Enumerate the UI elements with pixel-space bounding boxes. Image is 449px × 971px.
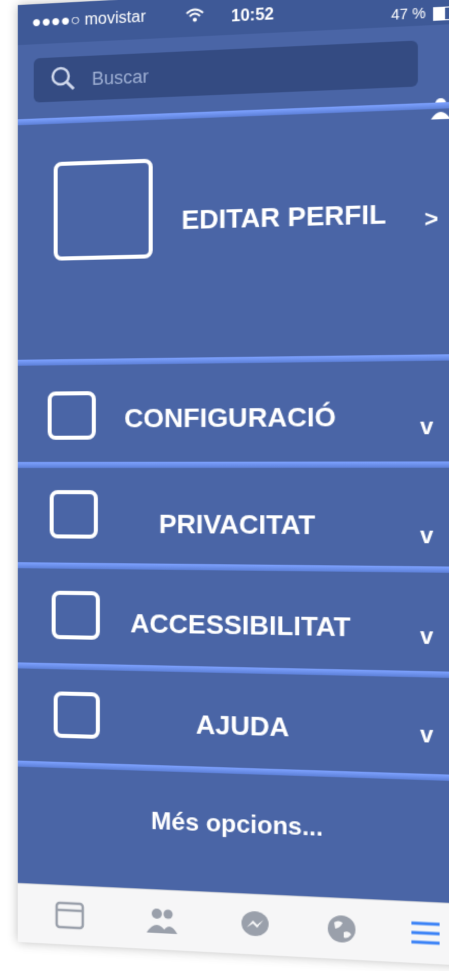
more-options-link[interactable]: Més opcions... [18,803,449,849]
accessibilitat-icon [51,590,100,640]
battery-indicator: 47 % [391,3,449,23]
menu-item-label: CONFIGURACIÓ [124,401,336,434]
search-input[interactable]: Buscar [92,66,149,90]
friends-icon[interactable] [145,904,180,936]
menu-item-configuracio[interactable]: CONFIGURACIÓ v [18,360,449,462]
menu-item-privacitat[interactable]: PRIVACITAT v [18,468,449,569]
privacitat-icon [49,490,98,539]
status-bar: ●●●●○ movistar 10:52 47 % [17,0,449,46]
chevron-down-icon: v [420,522,434,549]
chevron-right-icon: > [424,205,439,232]
messenger-icon[interactable] [237,908,273,941]
globe-icon[interactable] [324,913,360,946]
news-feed-icon[interactable] [54,900,88,932]
edit-profile-label: EDITAR PERFIL [181,198,387,236]
menu-item-accessibilitat[interactable]: ACCESSIBILITAT v [18,568,449,674]
menu-item-label: AJUDA [195,709,290,743]
chevron-down-icon: v [420,622,434,650]
configuracio-icon [47,391,96,440]
tab-bar [17,882,449,966]
carrier-label: ●●●●○ movistar [31,8,146,32]
chevron-down-icon: v [420,721,434,748]
battery-percent: 47 % [391,4,426,23]
wifi-icon [186,7,205,22]
ajuda-icon [53,691,100,739]
clock: 10:52 [231,5,274,26]
menu-item-label: ACCESSIBILITAT [130,607,351,643]
menu-icon[interactable] [407,917,444,950]
search-bar[interactable]: Buscar [33,40,418,103]
profile-photo-placeholder [53,158,153,261]
chevron-down-icon: v [420,413,434,440]
phone-frame: ●●●●○ movistar 10:52 47 % Buscar EDITAR … [0,0,449,971]
edit-profile-row[interactable]: EDITAR PERFIL > [18,108,449,362]
app-screen: ●●●●○ movistar 10:52 47 % Buscar EDITAR … [17,0,449,966]
search-icon [51,66,75,90]
battery-icon [433,5,449,21]
menu-item-label: PRIVACITAT [158,508,316,541]
